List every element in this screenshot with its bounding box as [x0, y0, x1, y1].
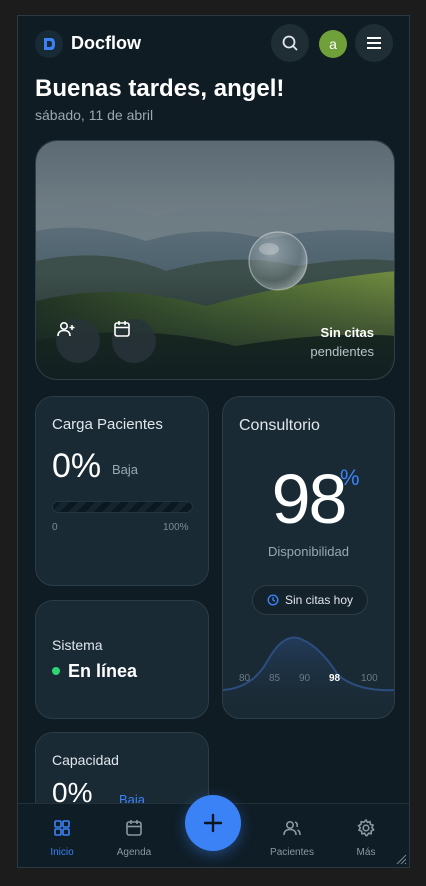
nav-item-pacientes[interactable]: Pacientes [262, 818, 322, 858]
nav-label: Más [356, 847, 376, 858]
search-icon [282, 35, 298, 51]
nav-label: Inicio [50, 847, 74, 858]
hero-card: Sin citas pendientes [35, 140, 395, 380]
calendar-icon [126, 820, 142, 836]
grid-icon [54, 820, 70, 836]
card-title: Sistema [52, 637, 103, 653]
appointments-status: Sin citas pendientes [310, 325, 374, 359]
date-label: sábado, 11 de abril [35, 107, 154, 123]
load-value: 0% [52, 447, 102, 485]
search-button[interactable] [271, 24, 309, 62]
system-status: En línea [68, 661, 138, 681]
patient-load-card[interactable]: Carga Pacientes 0% Baja 0 100% [35, 396, 209, 586]
plus-icon [203, 813, 223, 833]
axis-label: 100 [361, 673, 378, 684]
calendar-icon [114, 321, 130, 337]
badge-label: Sin citas hoy [284, 593, 354, 607]
min-label: 0 [52, 522, 58, 533]
add-button[interactable] [185, 795, 241, 851]
nav-item-inicio[interactable]: Inicio [32, 818, 92, 858]
nav-label: Agenda [116, 847, 152, 858]
load-progress-bar [52, 501, 193, 513]
axis-label: 80 [239, 673, 251, 684]
add-patient-button[interactable] [56, 319, 100, 363]
app-header: Docflow a [18, 16, 409, 72]
availability-unit: % [340, 465, 360, 490]
resize-grip-icon[interactable] [395, 853, 407, 865]
nav-item-mas[interactable]: Más [336, 818, 396, 858]
menu-button[interactable] [355, 24, 393, 62]
greeting-title: Buenas tardes, angel! [35, 75, 285, 102]
status-secondary: pendientes [310, 344, 374, 359]
users-icon [283, 820, 301, 836]
schedule-button[interactable] [112, 319, 156, 363]
card-title: Capacidad [52, 752, 119, 768]
load-level: Baja [112, 462, 139, 477]
system-card[interactable]: Sistema En línea [35, 600, 209, 719]
axis-label: 85 [269, 673, 281, 684]
office-card[interactable]: Consultorio 98 % Disponibilidad Sin cita… [222, 396, 395, 719]
user-plus-icon [57, 321, 75, 337]
app-frame: Docflow a Buenas tardes, angel! sábado, … [17, 15, 410, 868]
nav-label: Pacientes [270, 847, 314, 858]
status-dot [52, 667, 60, 675]
availability-label: Disponibilidad [268, 544, 349, 559]
status-primary: Sin citas [320, 325, 374, 340]
gear-icon [357, 818, 375, 837]
card-title: Carga Pacientes [52, 416, 163, 433]
avatar[interactable]: a [319, 30, 347, 58]
max-label: 100% [163, 522, 189, 533]
clock-icon [267, 594, 279, 606]
axis-label-current: 98 [329, 673, 341, 684]
axis-label: 90 [299, 673, 311, 684]
app-title: Docflow [71, 33, 141, 53]
docflow-logo-icon [35, 30, 63, 58]
availability-value: 98 [271, 460, 348, 538]
card-title: Consultorio [239, 417, 320, 434]
hamburger-icon [367, 37, 381, 49]
appointments-today-badge[interactable]: Sin citas hoy [252, 585, 368, 615]
nav-item-agenda[interactable]: Agenda [104, 818, 164, 858]
